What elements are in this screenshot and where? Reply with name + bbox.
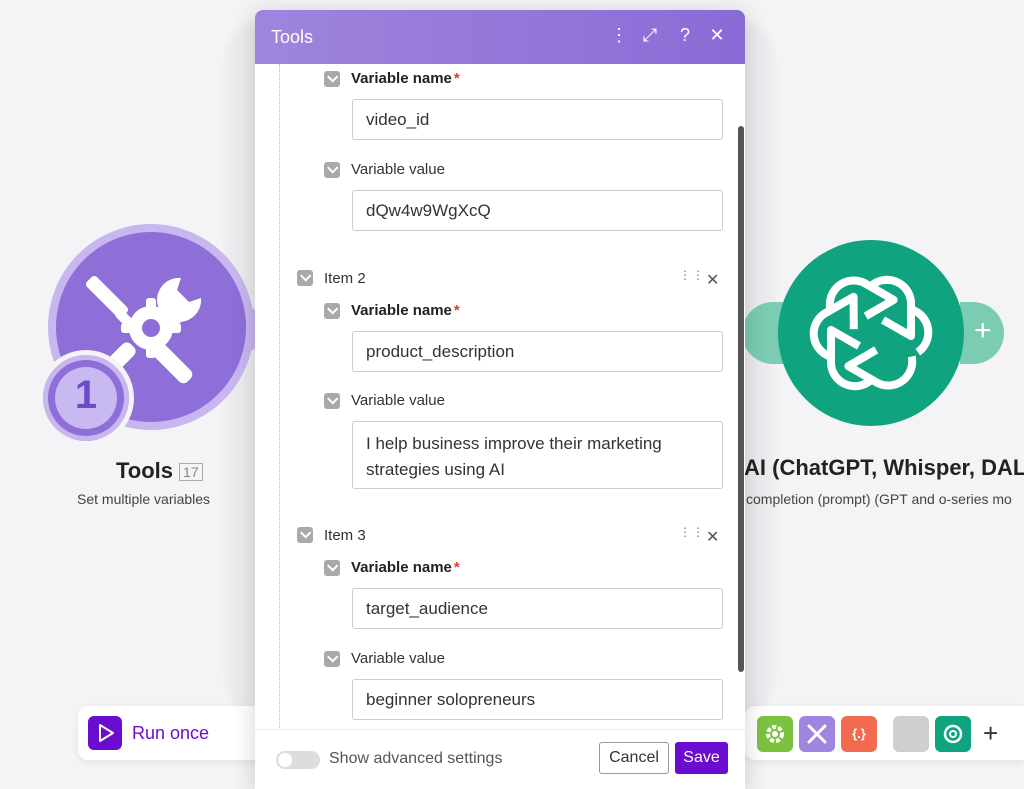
variable-value-label: Variable value bbox=[351, 161, 445, 178]
modal-header: Tools ⋮ ⤢ ? ✕ bbox=[255, 10, 745, 64]
variable-value-checkbox[interactable] bbox=[324, 162, 340, 178]
openai-node-subtitle: completion (prompt) (GPT and o-series mo bbox=[746, 491, 1012, 507]
expand-icon[interactable]: ⤢ bbox=[640, 25, 660, 45]
item-3-label: Item 3 bbox=[324, 527, 366, 544]
variable-value-input[interactable]: dQw4w9WgXcQ bbox=[352, 190, 723, 231]
variable-value-input[interactable]: I help business improve their marketing … bbox=[352, 421, 723, 489]
settings-icon[interactable] bbox=[757, 716, 793, 752]
scrollbar-thumb[interactable] bbox=[738, 126, 744, 672]
openai-logo-icon bbox=[809, 275, 933, 391]
cancel-button[interactable]: Cancel bbox=[599, 742, 669, 774]
variable-name-input[interactable]: product_description bbox=[352, 331, 723, 372]
tree-guide-line bbox=[279, 64, 280, 730]
openai-node-title: AI (ChatGPT, Whisper, DALL bbox=[744, 455, 1024, 480]
advanced-settings-label[interactable]: Show advanced settings bbox=[329, 750, 502, 768]
modal-title: Tools bbox=[271, 27, 314, 47]
delete-item-icon[interactable]: ✕ bbox=[706, 270, 719, 290]
tools-node-title: Tools 17 bbox=[116, 458, 203, 484]
variable-name-label: Variable name * bbox=[351, 70, 460, 87]
delete-item-icon[interactable]: ✕ bbox=[706, 527, 719, 547]
json-icon[interactable]: {.} bbox=[841, 716, 877, 752]
variable-value-label: Variable value bbox=[351, 650, 445, 667]
item-2-label: Item 2 bbox=[324, 270, 366, 287]
variable-name-checkbox[interactable] bbox=[324, 71, 340, 87]
drag-handle-icon[interactable]: ⋮⋮ bbox=[679, 526, 704, 544]
run-once-label[interactable]: Run once bbox=[132, 723, 209, 744]
modal-footer: Show advanced settings Cancel Save bbox=[255, 729, 745, 789]
clock-number: 1 bbox=[74, 373, 98, 417]
run-toolbar: Run once bbox=[78, 706, 268, 760]
item-3-collapse-checkbox[interactable] bbox=[297, 527, 313, 543]
blank-icon[interactable] bbox=[893, 716, 929, 752]
tools-module-node[interactable]: 1 bbox=[38, 232, 268, 462]
variable-value-input[interactable]: beginner solopreneurs bbox=[352, 679, 723, 720]
variable-value-label: Variable value bbox=[351, 392, 445, 409]
play-icon bbox=[99, 724, 114, 742]
variable-name-input[interactable]: video_id bbox=[352, 99, 723, 140]
variable-name-checkbox[interactable] bbox=[324, 303, 340, 319]
run-once-button[interactable] bbox=[88, 716, 122, 750]
variable-value-checkbox[interactable] bbox=[324, 651, 340, 667]
save-button[interactable]: Save bbox=[675, 742, 728, 774]
openai-icon[interactable] bbox=[935, 716, 971, 752]
add-module-plus-icon[interactable]: + bbox=[974, 316, 992, 346]
variable-name-input[interactable]: target_audience bbox=[352, 588, 723, 629]
variable-name-label: Variable name * bbox=[351, 559, 460, 576]
schedule-clock-icon[interactable]: 1 bbox=[38, 350, 134, 446]
tools-node-subtitle: Set multiple variables bbox=[77, 491, 211, 507]
more-vertical-icon[interactable]: ⋮ bbox=[609, 25, 629, 45]
tools-icon[interactable] bbox=[799, 716, 835, 752]
module-id-badge: 17 bbox=[179, 463, 203, 482]
drag-handle-icon[interactable]: ⋮⋮ bbox=[679, 269, 704, 287]
add-module-button[interactable]: + bbox=[983, 718, 998, 749]
item-2-collapse-checkbox[interactable] bbox=[297, 270, 313, 286]
module-toolbar: {.} + bbox=[745, 706, 1024, 760]
variable-name-checkbox[interactable] bbox=[324, 560, 340, 576]
close-icon[interactable]: ✕ bbox=[707, 25, 727, 45]
help-icon[interactable]: ? bbox=[675, 25, 695, 45]
openai-module-node[interactable] bbox=[778, 240, 964, 426]
tools-settings-modal: Tools ⋮ ⤢ ? ✕ Variable name * video_id Va… bbox=[255, 10, 745, 789]
variable-name-label: Variable name * bbox=[351, 302, 460, 319]
variable-value-checkbox[interactable] bbox=[324, 393, 340, 409]
advanced-settings-toggle[interactable] bbox=[276, 751, 320, 769]
